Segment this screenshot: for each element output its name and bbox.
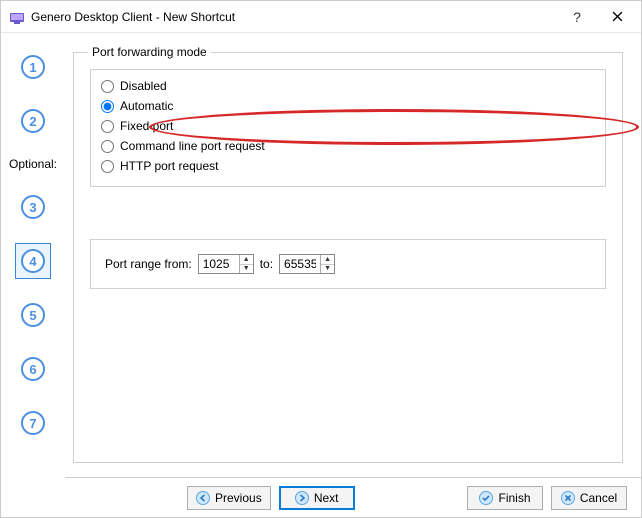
previous-label: Previous <box>215 491 262 505</box>
radio-disabled[interactable]: Disabled <box>101 76 595 96</box>
spinner-arrows[interactable]: ▲▼ <box>320 255 334 273</box>
radio-fixed-input[interactable] <box>101 120 114 133</box>
radio-disabled-input[interactable] <box>101 80 114 93</box>
arrow-right-icon <box>295 491 309 505</box>
optional-label: Optional: <box>9 157 57 171</box>
step-4[interactable]: 4 <box>15 243 51 279</box>
step-5[interactable]: 5 <box>15 297 51 333</box>
radio-disabled-label: Disabled <box>120 79 167 93</box>
range-from-input[interactable] <box>199 255 239 273</box>
radio-cmdline-input[interactable] <box>101 140 114 153</box>
wizard-sidebar: 1 2 Optional: 3 4 5 6 7 <box>1 33 65 477</box>
arrow-left-icon <box>196 491 210 505</box>
spinner-arrows[interactable]: ▲▼ <box>239 255 253 273</box>
step-7[interactable]: 7 <box>15 405 51 441</box>
radio-http-label: HTTP port request <box>120 159 218 173</box>
step-2[interactable]: 2 <box>15 103 51 139</box>
mode-radio-group: Disabled Automatic Fixed port Command li… <box>90 69 606 187</box>
step-6[interactable]: 6 <box>15 351 51 387</box>
cancel-icon <box>561 491 575 505</box>
port-range-group: Port range from: ▲▼ to: ▲▼ <box>90 239 606 289</box>
close-button[interactable] <box>597 2 637 32</box>
previous-button[interactable]: Previous <box>187 486 271 510</box>
cancel-button[interactable]: Cancel <box>551 486 627 510</box>
app-icon <box>9 9 25 25</box>
radio-http-input[interactable] <box>101 160 114 173</box>
radio-fixed-label: Fixed port <box>120 119 173 133</box>
range-to-label: to: <box>260 257 273 271</box>
radio-cmdline-label: Command line port request <box>120 139 265 153</box>
range-from-spinner[interactable]: ▲▼ <box>198 254 254 274</box>
radio-cmdline[interactable]: Command line port request <box>101 136 595 156</box>
finish-label: Finish <box>498 491 530 505</box>
range-from-label: Port range from: <box>105 257 192 271</box>
next-label: Next <box>314 491 339 505</box>
range-to-input[interactable] <box>280 255 320 273</box>
wizard-footer: Previous Next Finish Cancel <box>65 477 641 517</box>
check-icon <box>479 491 493 505</box>
group-legend: Port forwarding mode <box>88 45 211 59</box>
finish-button[interactable]: Finish <box>467 486 543 510</box>
range-to-spinner[interactable]: ▲▼ <box>279 254 335 274</box>
help-button[interactable]: ? <box>557 2 597 32</box>
step-3[interactable]: 3 <box>15 189 51 225</box>
cancel-label: Cancel <box>580 491 617 505</box>
radio-automatic[interactable]: Automatic <box>101 96 595 116</box>
radio-automatic-label: Automatic <box>120 99 173 113</box>
radio-fixed[interactable]: Fixed port <box>101 116 595 136</box>
port-forwarding-group: Port forwarding mode Disabled Automatic … <box>73 45 623 463</box>
next-button[interactable]: Next <box>279 486 355 510</box>
step-1[interactable]: 1 <box>15 49 51 85</box>
radio-http[interactable]: HTTP port request <box>101 156 595 176</box>
radio-automatic-input[interactable] <box>101 100 114 113</box>
content-area: Port forwarding mode Disabled Automatic … <box>65 33 641 477</box>
titlebar: Genero Desktop Client - New Shortcut ? <box>1 1 641 33</box>
window-title: Genero Desktop Client - New Shortcut <box>31 10 557 24</box>
